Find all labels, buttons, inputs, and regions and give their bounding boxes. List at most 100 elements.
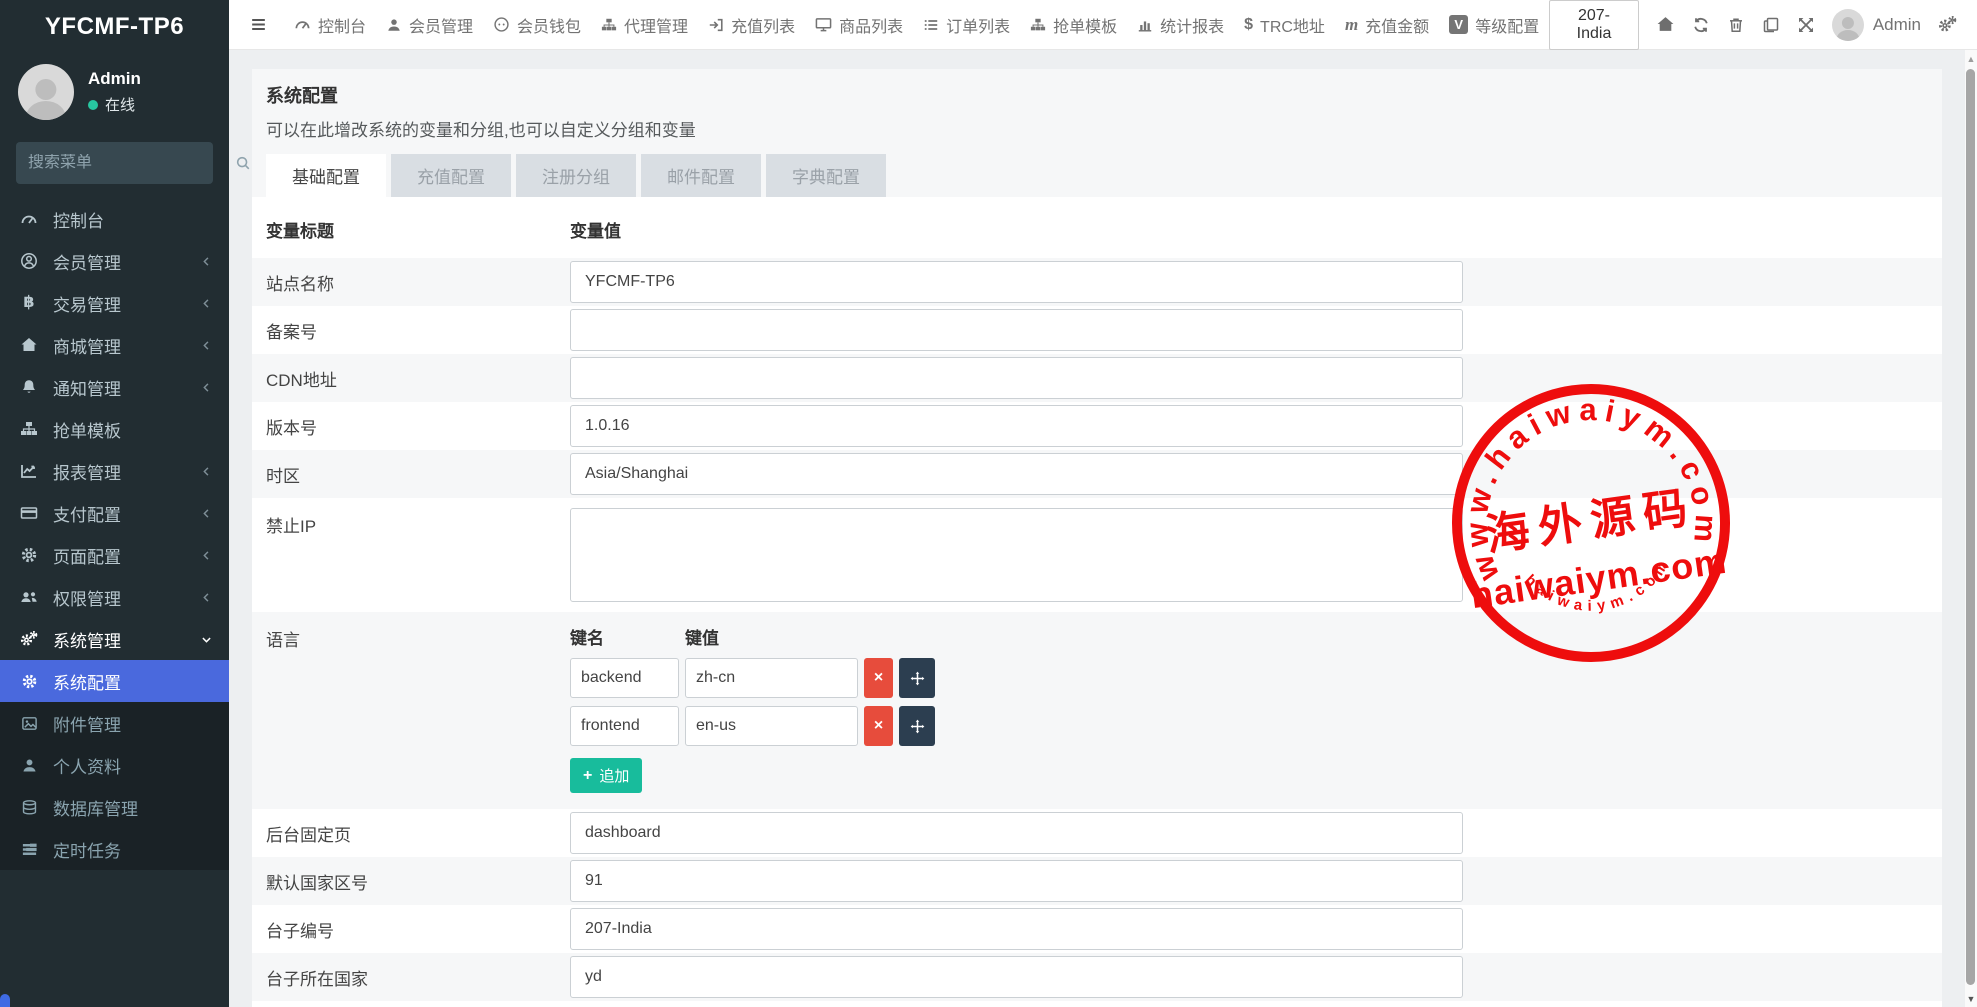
chevron-left-icon [200, 381, 213, 394]
tab-mail-config[interactable]: 邮件配置 [641, 154, 761, 197]
timezone-input[interactable] [570, 453, 1463, 495]
nav-wallets[interactable]: 会员钱包 [483, 13, 591, 37]
bitcoin-icon: ฿ [18, 295, 40, 311]
page-scrollbar[interactable]: ▲ ▼ [1965, 50, 1977, 1007]
home-icon [18, 336, 40, 354]
kv-key-input[interactable] [570, 658, 679, 698]
nav-statistics[interactable]: 统计报表 [1127, 13, 1234, 37]
platform-number-input[interactable] [570, 908, 1463, 950]
sidebar-subitem-database[interactable]: 数据库管理 [0, 786, 229, 828]
navbar-user-menu[interactable]: Admin [1832, 9, 1921, 41]
tab-dictionary-config[interactable]: 字典配置 [766, 154, 886, 197]
sidebar-menu: 控制台 会员管理 ฿ 交易管理 商城管理 通知管理 抢单模板 报表管理 [0, 198, 229, 660]
sidebar-subitem-system-config[interactable]: 系统配置 [0, 660, 229, 702]
gauge-icon [18, 210, 40, 228]
sidebar-item-permissions[interactable]: 权限管理 [0, 576, 229, 618]
sidebar-subitem-cron[interactable]: 定时任务 [0, 828, 229, 870]
tasks-icon [18, 841, 40, 858]
nav-order-template[interactable]: 抢单模板 [1020, 13, 1127, 37]
append-row-button[interactable]: + 追加 [570, 758, 642, 793]
copy-docs-icon[interactable] [1762, 16, 1780, 34]
site-name-input[interactable] [570, 261, 1463, 303]
database-icon [18, 799, 40, 816]
nav-recharge-amount[interactable]: m 充值金额 [1335, 13, 1439, 37]
icp-input[interactable] [570, 309, 1463, 351]
search-icon[interactable] [235, 155, 251, 171]
cdn-url-input[interactable] [570, 357, 1463, 399]
bar-chart-icon [1137, 17, 1153, 33]
forbidden-ip-textarea[interactable] [570, 508, 1463, 602]
trash-icon[interactable] [1727, 16, 1745, 34]
tab-basic-config[interactable]: 基础配置 [266, 154, 386, 197]
search-input[interactable] [28, 154, 235, 172]
nav-products[interactable]: 商品列表 [805, 13, 913, 37]
column-header-value: 变量值 [570, 217, 1928, 242]
drag-row-button[interactable] [899, 658, 935, 698]
sidebar-subitem-profile[interactable]: 个人资料 [0, 744, 229, 786]
platform-country-input[interactable] [570, 956, 1463, 998]
sitemap-icon [18, 420, 40, 438]
site-select-button[interactable]: 207-India [1549, 0, 1639, 50]
value-header: 键值 [685, 624, 858, 649]
kv-value-input[interactable] [685, 706, 858, 746]
monero-icon: m [1345, 15, 1358, 35]
country-code-input[interactable] [570, 860, 1463, 902]
avatar [1832, 9, 1864, 41]
sidebar-search[interactable] [16, 142, 213, 184]
field-label: 时区 [266, 462, 570, 487]
nav-agents[interactable]: 代理管理 [591, 13, 698, 37]
version-input[interactable] [570, 405, 1463, 447]
sidebar-item-reports[interactable]: 报表管理 [0, 450, 229, 492]
sidebar-subitem-attachments[interactable]: 附件管理 [0, 702, 229, 744]
scrollbar-down-arrow[interactable]: ▼ [1965, 994, 1977, 1004]
nav-level-config[interactable]: V 等级配置 [1439, 13, 1549, 37]
drag-row-button[interactable] [899, 706, 935, 746]
scrollbar-thumb[interactable] [1966, 69, 1975, 985]
user-icon [18, 757, 40, 774]
fullscreen-arrows-icon[interactable] [1797, 16, 1815, 34]
delete-row-button[interactable]: × [864, 706, 893, 746]
image-icon [18, 715, 40, 732]
user-circle-icon [18, 252, 40, 270]
sign-in-icon [708, 17, 724, 33]
chevron-left-icon [200, 255, 213, 268]
sidebar-item-payment[interactable]: 支付配置 [0, 492, 229, 534]
kv-value-input[interactable] [685, 658, 858, 698]
nav-trc-address[interactable]: $ TRC地址 [1234, 13, 1335, 37]
table-header: 变量标题 变量值 [252, 197, 1942, 258]
nav-dashboard[interactable]: 控制台 [284, 13, 376, 37]
key-value-editor: 键名 键值 × [570, 612, 935, 809]
sidebar-item-page-config[interactable]: 页面配置 [0, 534, 229, 576]
sidebar-item-dashboard[interactable]: 控制台 [0, 198, 229, 240]
sidebar-item-notify[interactable]: 通知管理 [0, 366, 229, 408]
sidebar-item-members[interactable]: 会员管理 [0, 240, 229, 282]
scrollbar-up-arrow[interactable]: ▲ [1965, 54, 1977, 64]
tab-register-group[interactable]: 注册分组 [516, 154, 636, 197]
form-row-cdn: CDN地址 [252, 354, 1942, 402]
nav-recharge-list[interactable]: 充值列表 [698, 13, 805, 37]
delete-row-button[interactable]: × [864, 658, 893, 698]
field-label: 站点名称 [266, 270, 570, 295]
form-row-icp: 备案号 [252, 306, 1942, 354]
chevron-left-icon [200, 591, 213, 604]
sidebar-scrollbar-thumb[interactable] [0, 994, 10, 1007]
cogs-icon[interactable] [1938, 15, 1957, 34]
kv-key-input[interactable] [570, 706, 679, 746]
nav-members[interactable]: 会员管理 [376, 13, 483, 37]
form-row-platform-country: 台子所在国家 [252, 953, 1942, 1001]
home-icon[interactable] [1656, 15, 1675, 34]
tab-recharge-config[interactable]: 充值配置 [391, 154, 511, 197]
refresh-icon[interactable] [1692, 16, 1710, 34]
form-row-version: 版本号 [252, 402, 1942, 450]
fixed-page-input[interactable] [570, 812, 1463, 854]
menu-toggle-icon[interactable] [233, 15, 284, 34]
key-header: 键名 [570, 624, 679, 649]
nav-orders[interactable]: 订单列表 [913, 13, 1020, 37]
sidebar-item-order-template[interactable]: 抢单模板 [0, 408, 229, 450]
sidebar-item-system[interactable]: 系统管理 [0, 618, 229, 660]
form-row-forbidden-ip: 禁止IP [252, 498, 1942, 612]
sidebar-item-mall[interactable]: 商城管理 [0, 324, 229, 366]
gauge-icon [294, 16, 311, 33]
field-label: 语言 [266, 612, 570, 651]
sidebar-item-trade[interactable]: ฿ 交易管理 [0, 282, 229, 324]
